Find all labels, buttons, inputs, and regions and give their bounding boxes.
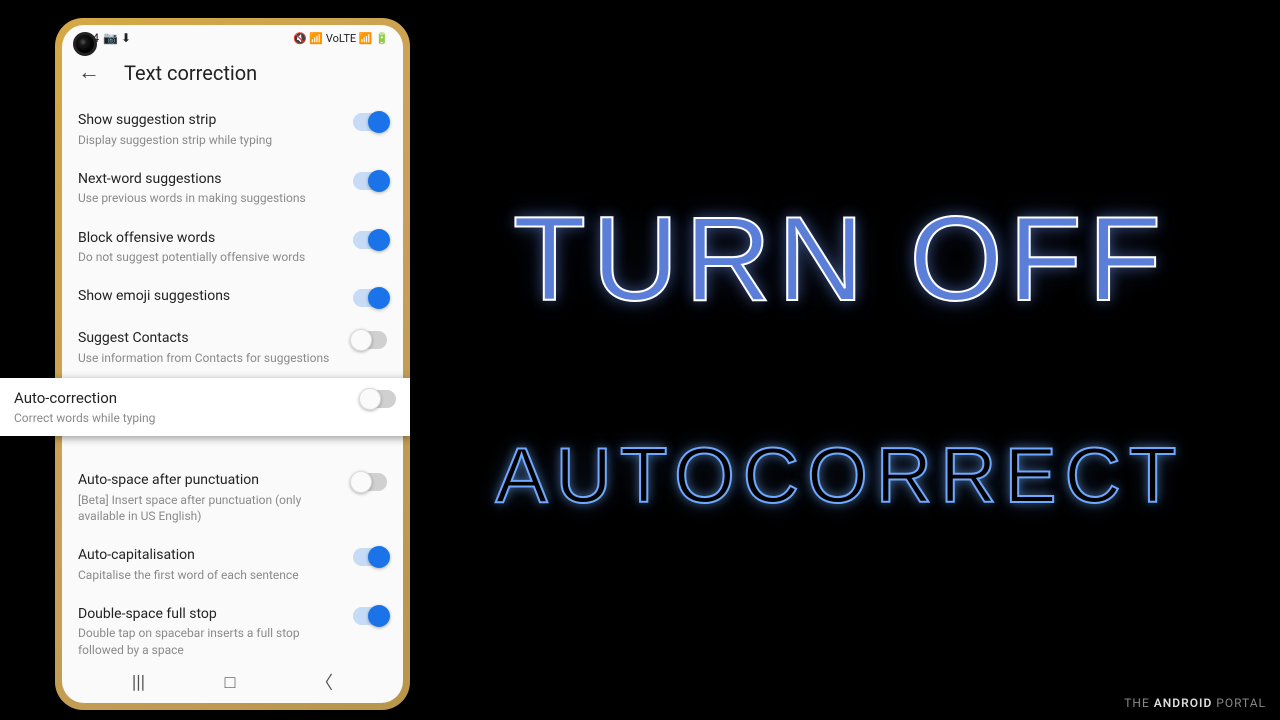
headline-text-1: TURN OFF — [460, 190, 1220, 328]
toggle-switch[interactable] — [353, 607, 387, 625]
watermark-pre: THE — [1124, 696, 1154, 710]
android-nav-bar: ||| □ 〈 — [62, 657, 403, 703]
toggle-switch[interactable] — [353, 231, 387, 249]
nav-back-icon[interactable]: 〈 — [315, 669, 333, 695]
setting-title: Block offensive words — [78, 229, 341, 249]
page-title: Text correction — [124, 61, 257, 85]
back-icon[interactable]: ← — [78, 62, 100, 84]
setting-double-space-full-stop[interactable]: Double-space full stopDouble tap on spac… — [78, 595, 387, 657]
toggle-switch[interactable] — [353, 289, 387, 307]
setting-title: Auto-correction — [14, 388, 350, 409]
headline-autocorrect: AUTOCORRECT — [460, 430, 1220, 521]
setting-desc: Use previous words in making suggestions — [78, 190, 341, 206]
setting-desc: Do not suggest potentially offensive wor… — [78, 249, 341, 265]
setting-title: Suggest Contacts — [78, 329, 341, 349]
setting-title: Show suggestion strip — [78, 111, 341, 131]
toggle-switch[interactable] — [353, 548, 387, 566]
phone-frame: 6:24 📷 ⬇ 🔇 📶 VoLTE 📶 🔋 ← Text correction… — [55, 18, 410, 710]
status-left-icons: 📷 ⬇ — [103, 31, 131, 45]
nav-home-icon[interactable]: □ — [225, 672, 236, 693]
status-right-icons: 🔇 📶 VoLTE 📶 🔋 — [293, 32, 389, 45]
setting-auto-space[interactable]: Auto-space after punctuation[Beta] Inser… — [78, 461, 387, 536]
setting-desc: Display suggestion strip while typing — [78, 132, 341, 148]
toggle-switch[interactable] — [353, 113, 387, 131]
setting-title: Show emoji suggestions — [78, 287, 341, 307]
setting-title: Double-space full stop — [78, 605, 341, 625]
watermark-post: PORTAL — [1212, 696, 1266, 710]
headline-turn-off: TURN OFF — [460, 190, 1220, 328]
setting-title: Auto-capitalisation — [78, 546, 341, 566]
phone-screen: 6:24 📷 ⬇ 🔇 📶 VoLTE 📶 🔋 ← Text correction… — [62, 25, 403, 703]
setting-show-emoji-suggestions[interactable]: Show emoji suggestions — [78, 277, 387, 319]
setting-next-word-suggestions[interactable]: Next-word suggestionsUse previous words … — [78, 160, 387, 219]
toggle-switch[interactable] — [353, 331, 387, 349]
setting-block-offensive-words[interactable]: Block offensive wordsDo not suggest pote… — [78, 219, 387, 278]
setting-desc: [Beta] Insert space after punctuation (o… — [78, 492, 341, 524]
setting-title: Auto-space after punctuation — [78, 471, 341, 491]
setting-desc: Capitalise the first word of each senten… — [78, 567, 341, 583]
setting-desc: Double tap on spacebar inserts a full st… — [78, 625, 341, 657]
setting-desc: Use information from Contacts for sugges… — [78, 350, 341, 366]
settings-list: Show suggestion stripDisplay suggestion … — [62, 97, 403, 657]
setting-auto-capitalisation[interactable]: Auto-capitalisationCapitalise the first … — [78, 536, 387, 595]
punch-hole-camera — [73, 32, 97, 56]
watermark-mid: ANDROID — [1154, 696, 1212, 710]
setting-show-suggestion-strip[interactable]: Show suggestion stripDisplay suggestion … — [78, 101, 387, 160]
highlighted-setting-auto-correction[interactable]: Auto-correction Correct words while typi… — [0, 378, 410, 436]
setting-desc: Correct words while typing — [14, 410, 350, 426]
toggle-switch[interactable] — [362, 390, 396, 408]
toggle-switch[interactable] — [353, 172, 387, 190]
setting-suggest-contacts[interactable]: Suggest ContactsUse information from Con… — [78, 319, 387, 378]
app-bar: ← Text correction — [62, 47, 403, 97]
watermark: THE ANDROID PORTAL — [1124, 696, 1266, 710]
toggle-switch[interactable] — [353, 473, 387, 491]
nav-recent-icon[interactable]: ||| — [132, 672, 145, 693]
setting-title: Next-word suggestions — [78, 170, 341, 190]
status-bar: 6:24 📷 ⬇ 🔇 📶 VoLTE 📶 🔋 — [62, 25, 403, 47]
